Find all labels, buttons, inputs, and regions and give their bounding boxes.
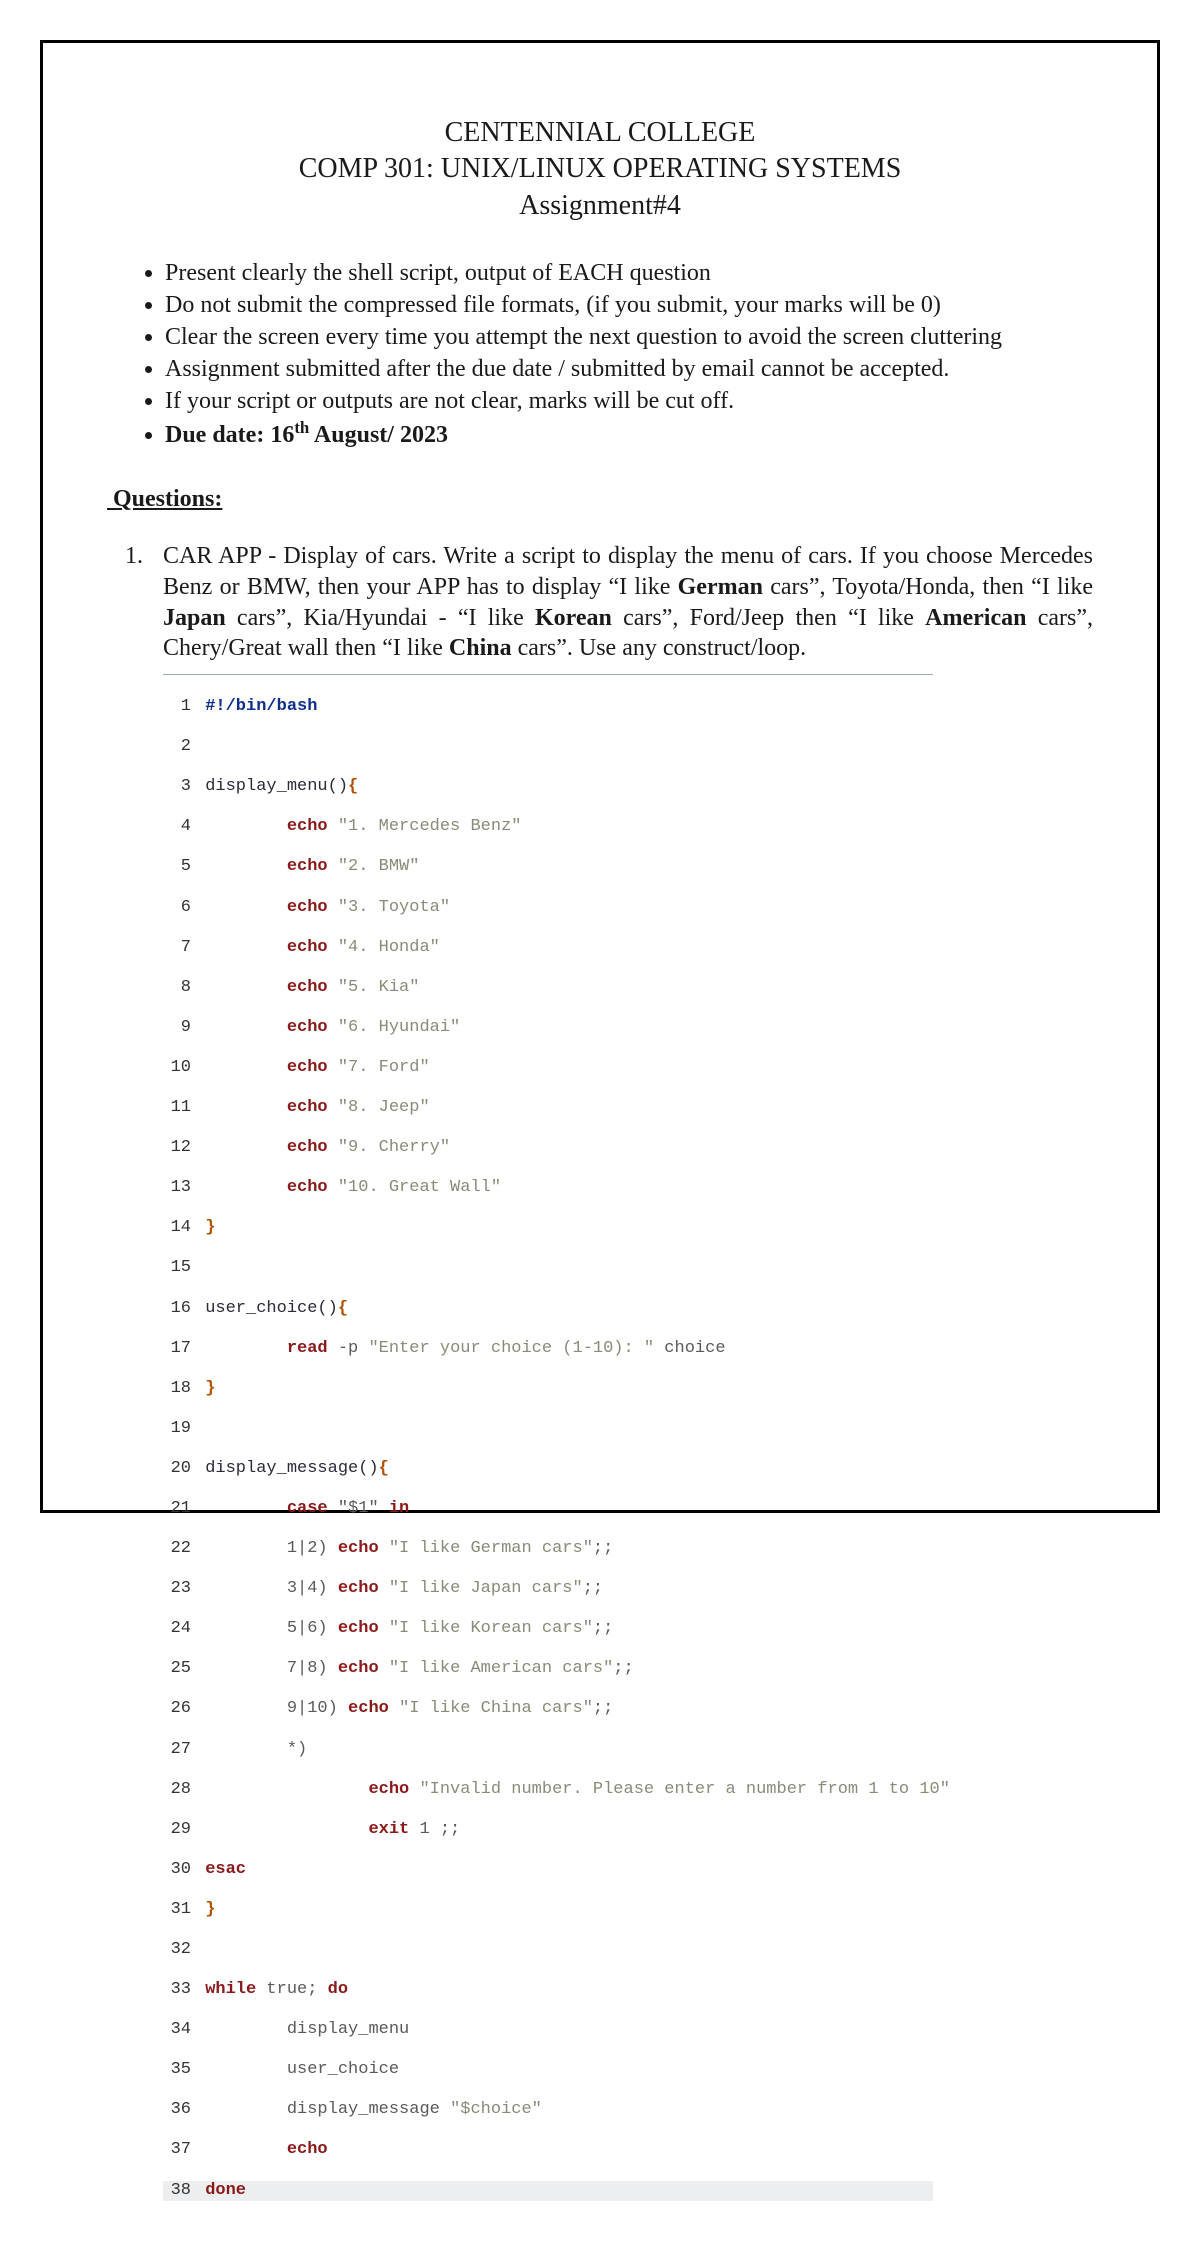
- due-sup: th: [294, 418, 309, 437]
- questions-label: Questions:: [113, 486, 222, 512]
- instruction-item: If your script or outputs are not clear,…: [165, 386, 1093, 416]
- questions-heading: Questions:: [107, 486, 1093, 513]
- instruction-list: Present clearly the shell script, output…: [107, 258, 1093, 450]
- code-block: 1 #!/bin/bash 2 3 display_menu(){ 4 echo…: [163, 674, 933, 2241]
- due-date: Due date: 16th August/ 2023: [165, 418, 1093, 450]
- document-frame: CENTENNIAL COLLEGE COMP 301: UNIX/LINUX …: [40, 40, 1160, 1513]
- instruction-item: Assignment submitted after the due date …: [165, 354, 1093, 384]
- q1-text: CAR APP - Display of cars. Write a scrip…: [163, 543, 1093, 661]
- title-line-3: Assignment#4: [107, 188, 1093, 224]
- instruction-item: Do not submit the compressed file format…: [165, 290, 1093, 320]
- question-1: 1. CAR APP - Display of cars. Write a sc…: [163, 541, 1093, 664]
- instruction-item: Clear the screen every time you attempt …: [165, 322, 1093, 352]
- title-block: CENTENNIAL COLLEGE COMP 301: UNIX/LINUX …: [107, 115, 1093, 224]
- title-line-2: COMP 301: UNIX/LINUX OPERATING SYSTEMS: [107, 151, 1093, 187]
- instruction-item: Present clearly the shell script, output…: [165, 258, 1093, 288]
- question-number: 1.: [125, 541, 143, 572]
- page: CENTENNIAL COLLEGE COMP 301: UNIX/LINUX …: [0, 0, 1200, 1553]
- title-line-1: CENTENNIAL COLLEGE: [107, 115, 1093, 151]
- due-prefix: Due date: 16: [165, 422, 294, 448]
- due-suffix: August/ 2023: [309, 422, 448, 448]
